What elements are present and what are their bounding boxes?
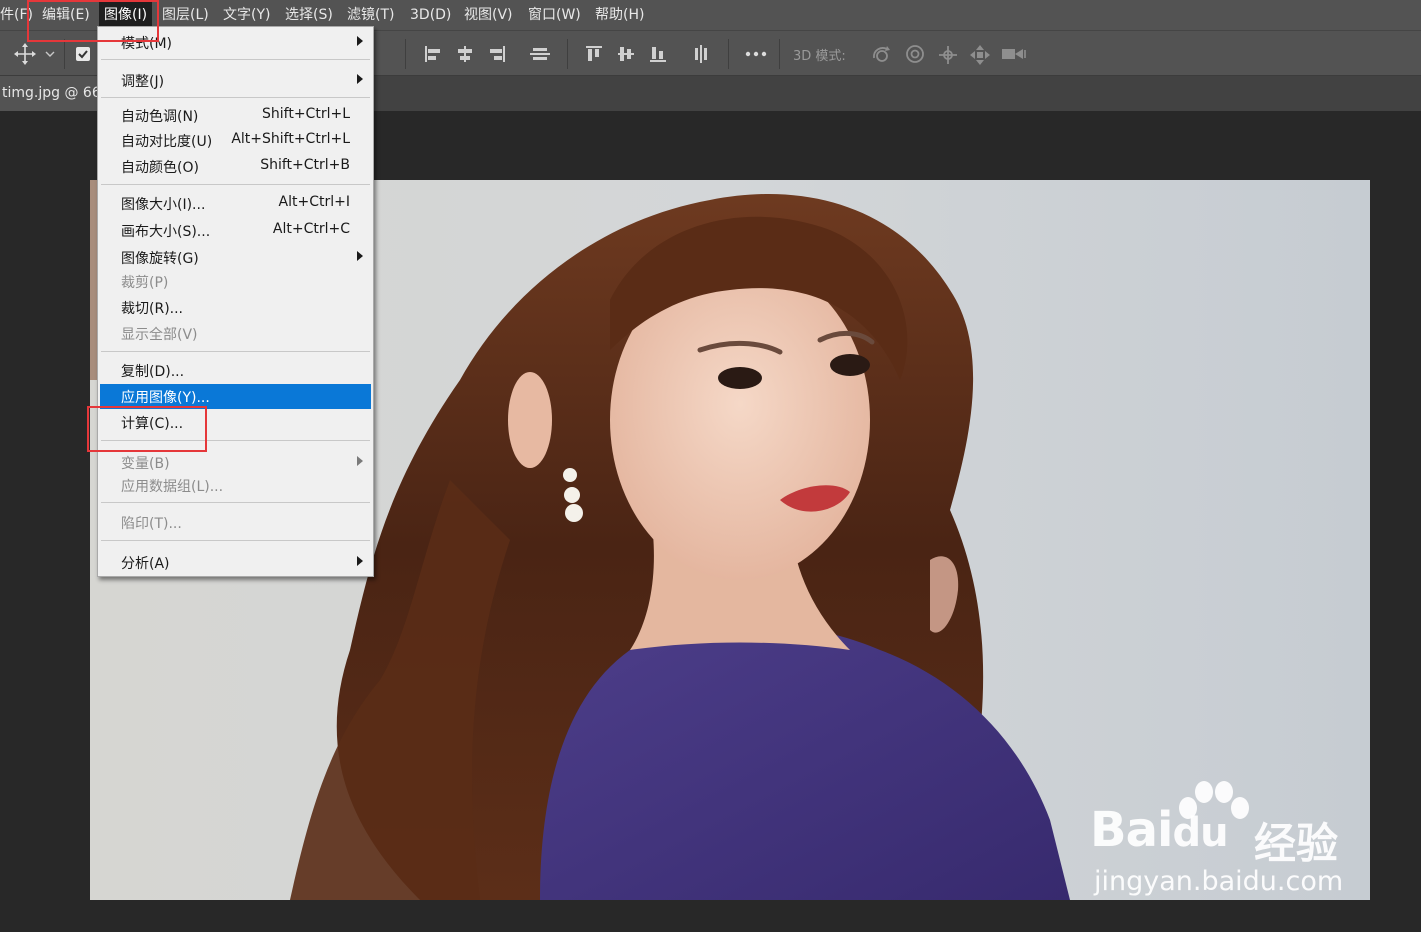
menu-window[interactable]: 窗口(W) xyxy=(528,0,581,30)
menu-item-duplicate[interactable]: 复制(D)... xyxy=(100,358,371,383)
menu-item-reveal-all: 显示全部(V) xyxy=(121,327,198,343)
submenu-arrow-icon xyxy=(357,556,363,566)
3d-rotate-icon[interactable] xyxy=(871,44,893,64)
menu-item-auto-tone[interactable]: 自动色调(N) Shift+Ctrl+L xyxy=(100,103,371,128)
menu-item-apply-data-set: 应用数据组(L)... xyxy=(121,479,224,495)
menu-item-variables: 变量(B) xyxy=(100,450,371,475)
distribute-vertical-icon[interactable] xyxy=(692,45,710,63)
menu-item-image-size[interactable]: 图像大小(I)... Alt+Ctrl+I xyxy=(100,191,371,216)
annotation-highlight-menu xyxy=(27,0,159,42)
submenu-arrow-icon xyxy=(357,456,363,466)
3d-pan-icon[interactable] xyxy=(937,44,959,66)
menu-item-analysis[interactable]: 分析(A) xyxy=(100,550,371,575)
align-center-icon[interactable] xyxy=(456,45,474,63)
align-left-icon[interactable] xyxy=(424,45,442,63)
annotation-highlight-calculations xyxy=(87,406,207,452)
align-top-icon[interactable] xyxy=(585,45,603,63)
menu-item-trim[interactable]: 裁切(R)... xyxy=(100,295,371,320)
document-tab[interactable]: timg.jpg @ 66. xyxy=(0,76,110,111)
menu-item-image-rotation[interactable]: 图像旋转(G) xyxy=(100,245,371,270)
3d-roll-icon[interactable] xyxy=(904,44,926,64)
watermark-brand: Baidu xyxy=(1090,802,1229,858)
menu-item-crop: 裁剪(P) xyxy=(121,275,169,291)
chevron-down-icon[interactable] xyxy=(45,51,55,58)
menu-item-adjustments[interactable]: 调整(J) xyxy=(100,68,371,93)
menu-view[interactable]: 视图(V) xyxy=(464,0,513,30)
auto-select-checkbox-icon[interactable] xyxy=(76,47,90,61)
submenu-arrow-icon xyxy=(357,74,363,84)
align-bottom-icon[interactable] xyxy=(649,45,667,63)
menu-item-canvas-size[interactable]: 画布大小(S)... Alt+Ctrl+C xyxy=(100,218,371,243)
3d-mode-label: 3D 模式: xyxy=(793,49,846,64)
document-tab-label: timg.jpg @ 66. xyxy=(2,85,106,101)
align-middle-icon[interactable] xyxy=(617,45,635,63)
watermark-url: jingyan.baidu.com xyxy=(1094,866,1344,897)
3d-scale-icon[interactable] xyxy=(1001,46,1027,62)
menu-item-trap: 陷印(T)... xyxy=(121,516,182,532)
submenu-arrow-icon xyxy=(357,36,363,46)
3d-slide-icon[interactable] xyxy=(969,44,991,66)
distribute-icon[interactable] xyxy=(530,45,550,63)
menu-item-auto-contrast[interactable]: 自动对比度(U) Alt+Shift+Ctrl+L xyxy=(100,128,371,153)
baidu-jingyan-watermark: Baidu 经验 jingyan.baidu.com xyxy=(1088,778,1348,900)
submenu-arrow-icon xyxy=(357,251,363,261)
menu-item-auto-color[interactable]: 自动颜色(O) Shift+Ctrl+B xyxy=(100,154,371,179)
image-menu-dropdown: 模式(M) 调整(J) 自动色调(N) Shift+Ctrl+L 自动对比度(U)… xyxy=(97,26,374,577)
watermark-brand-cn: 经验 xyxy=(1254,819,1339,868)
more-icon[interactable] xyxy=(745,51,767,57)
align-right-icon[interactable] xyxy=(488,45,506,63)
menu-3d[interactable]: 3D(D) xyxy=(410,0,451,30)
menu-help[interactable]: 帮助(H) xyxy=(595,0,644,30)
move-tool-icon[interactable] xyxy=(14,43,36,65)
